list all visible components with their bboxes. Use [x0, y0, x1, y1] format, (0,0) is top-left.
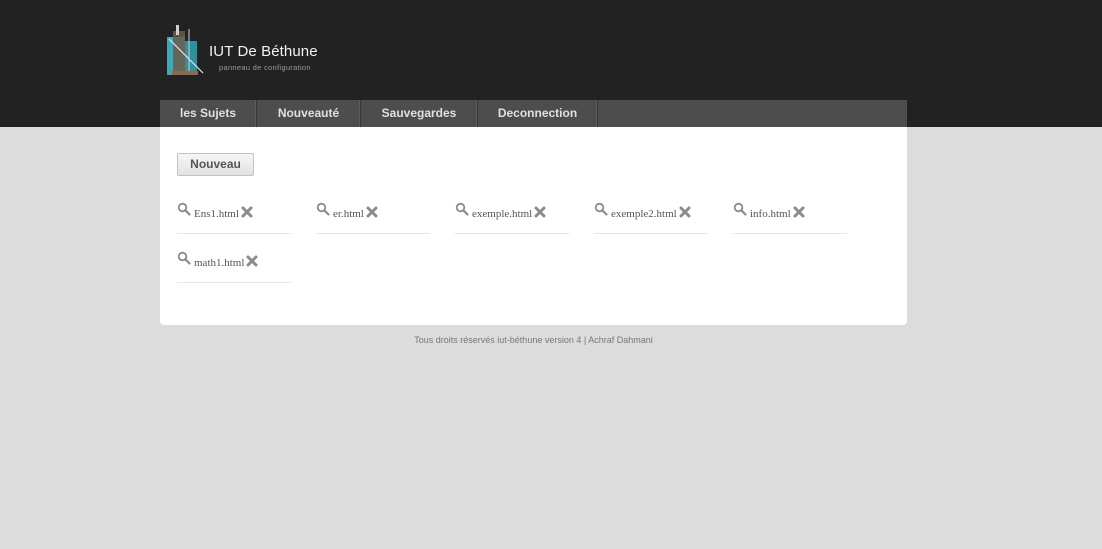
file-name[interactable]: exemple.html	[472, 208, 532, 220]
file-item: math1.html	[177, 248, 291, 283]
file-item: exemple2.html	[594, 199, 708, 234]
close-icon[interactable]	[534, 206, 546, 218]
close-icon[interactable]	[241, 206, 253, 218]
site-logo[interactable]: IUT De Béthune panneau de configuration	[163, 21, 333, 81]
file-name[interactable]: er.html	[333, 208, 364, 220]
header: IUT De Béthune panneau de configuration …	[0, 0, 1102, 127]
file-item: exemple.html	[455, 199, 569, 234]
search-icon[interactable]	[594, 202, 608, 216]
file-item: er.html	[316, 199, 430, 234]
site-subtitle: panneau de configuration	[219, 63, 311, 72]
close-icon[interactable]	[366, 206, 378, 218]
file-item-label-wrap: math1.html	[194, 255, 258, 269]
close-icon[interactable]	[793, 206, 805, 218]
content-panel: Nouveau Ens1.html er.html exemple.html e…	[160, 127, 907, 325]
footer-text: Tous droits réservés iut-béthune version…	[414, 335, 653, 345]
nav-item-nouveaute[interactable]: Nouveauté	[257, 100, 361, 127]
main-nav: les Sujets Nouveauté Sauvegardes Deconne…	[160, 100, 907, 127]
file-item-label-wrap: exemple2.html	[611, 206, 691, 220]
file-item-label-wrap: info.html	[750, 206, 805, 220]
file-item: Ens1.html	[177, 199, 291, 234]
close-icon[interactable]	[246, 255, 258, 267]
search-icon[interactable]	[177, 251, 191, 265]
file-name[interactable]: info.html	[750, 208, 791, 220]
search-icon[interactable]	[455, 202, 469, 216]
belfry-logo-icon	[167, 25, 204, 75]
close-icon[interactable]	[679, 206, 691, 218]
file-name[interactable]: exemple2.html	[611, 208, 677, 220]
file-item: info.html	[733, 199, 847, 234]
file-name[interactable]: math1.html	[194, 257, 244, 269]
search-icon[interactable]	[316, 202, 330, 216]
nav-item-les-sujets[interactable]: les Sujets	[160, 100, 257, 127]
file-item-label-wrap: er.html	[333, 206, 378, 220]
file-name[interactable]: Ens1.html	[194, 208, 239, 220]
search-icon[interactable]	[177, 202, 191, 216]
site-title: IUT De Béthune	[209, 43, 318, 60]
nav-item-sauvegardes[interactable]: Sauvegardes	[361, 100, 478, 127]
new-button[interactable]: Nouveau	[177, 153, 254, 176]
nav-item-deconnection[interactable]: Deconnection	[478, 100, 598, 127]
file-item-label-wrap: exemple.html	[472, 206, 546, 220]
search-icon[interactable]	[733, 202, 747, 216]
file-item-label-wrap: Ens1.html	[194, 206, 253, 220]
